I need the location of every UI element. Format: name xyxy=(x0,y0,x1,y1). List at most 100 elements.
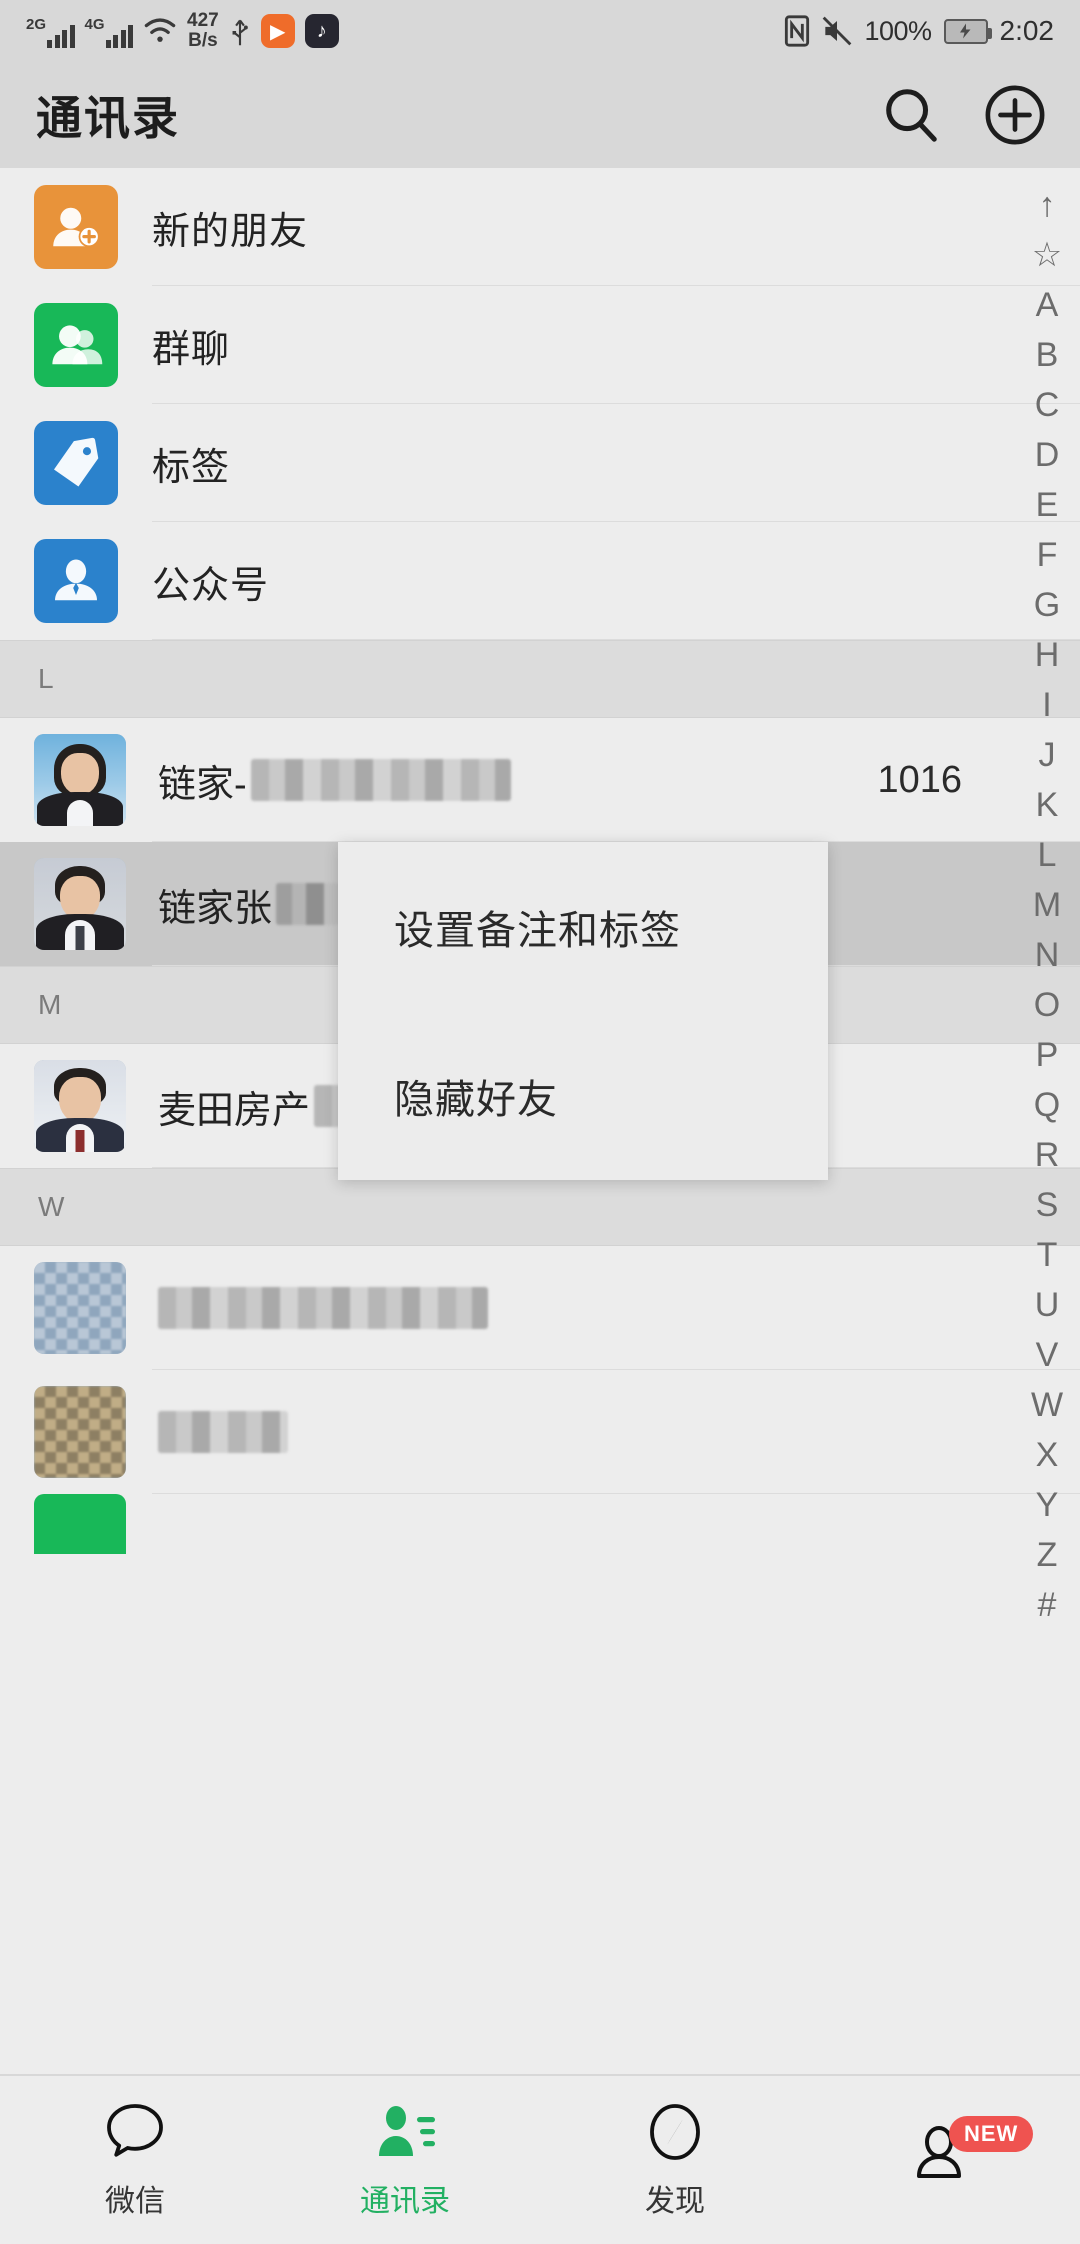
official-account-icon xyxy=(34,539,118,623)
alphabet-index-bar[interactable]: ↑ ☆ A B C D E F G H I J K L M N O P Q R S T U V W X Y Z # xyxy=(1014,168,1080,2074)
app-header: 通讯录 xyxy=(0,62,1080,168)
redacted-name-block xyxy=(158,1287,488,1329)
index-letter-w[interactable]: W xyxy=(1014,1380,1080,1430)
index-letter-b[interactable]: B xyxy=(1014,330,1080,380)
index-letter-l[interactable]: L xyxy=(1014,830,1080,880)
index-letter-m[interactable]: M xyxy=(1014,880,1080,930)
index-letter-y[interactable]: Y xyxy=(1014,1480,1080,1530)
avatar xyxy=(34,858,126,950)
status-bar-right: 100% 2:02 xyxy=(784,15,1054,47)
index-letter-x[interactable]: X xyxy=(1014,1430,1080,1480)
page-title: 通讯录 xyxy=(36,92,180,144)
group-chat-icon xyxy=(34,303,118,387)
tab-label: 微信 xyxy=(105,2185,165,2218)
index-letter-star[interactable]: ☆ xyxy=(1014,230,1080,280)
wifi-icon xyxy=(144,18,176,42)
index-letter-hash[interactable]: # xyxy=(1014,1580,1080,1630)
data-rate-value: 427 xyxy=(187,10,219,31)
contact-trailing-text: 1016 xyxy=(877,758,962,801)
entry-label: 群聊 xyxy=(152,328,231,371)
tab-label: 发现 xyxy=(645,2185,705,2218)
index-letter-d[interactable]: D xyxy=(1014,430,1080,480)
mute-icon xyxy=(823,16,852,46)
avatar xyxy=(34,734,126,826)
contact-name xyxy=(158,1287,488,1329)
signal-2g-icon: 2G xyxy=(26,14,75,48)
context-menu[interactable]: 设置备注和标签 隐藏好友 xyxy=(338,842,828,1180)
contact-name-text: 链家张 xyxy=(158,887,273,930)
contact-name xyxy=(158,1411,288,1453)
battery-percent: 100% xyxy=(864,15,932,46)
entry-official-accounts[interactable]: 公众号 xyxy=(0,522,1080,640)
contact-row[interactable] xyxy=(0,1370,1080,1494)
index-letter-t[interactable]: T xyxy=(1014,1230,1080,1280)
section-header-l: L xyxy=(0,640,1080,718)
index-letter-e[interactable]: E xyxy=(1014,480,1080,530)
contact-row[interactable]: 链家- 1016 xyxy=(0,718,1080,842)
context-menu-item-set-remark[interactable]: 设置备注和标签 xyxy=(338,842,828,1011)
contact-row[interactable] xyxy=(0,1494,1080,1554)
usb-icon xyxy=(232,19,248,46)
signal-4g-icon: 4G xyxy=(85,14,134,48)
index-letter-h[interactable]: H xyxy=(1014,630,1080,680)
data-rate-unit: B/s xyxy=(188,30,218,51)
entry-group-chat[interactable]: 群聊 xyxy=(0,286,1080,404)
index-letter-n[interactable]: N xyxy=(1014,930,1080,980)
index-letter-j[interactable]: J xyxy=(1014,730,1080,780)
header-actions xyxy=(880,84,1046,146)
entry-label: 新的朋友 xyxy=(152,210,309,253)
index-letter-g[interactable]: G xyxy=(1014,580,1080,630)
tiktok-app-icon: ♪ xyxy=(304,14,339,48)
tab-contacts[interactable]: 通讯录 xyxy=(270,2100,540,2220)
network-4g-label: 4G xyxy=(84,16,105,33)
status-bar-left: 2G 4G 427 B/s ▶ ♪ xyxy=(26,11,339,51)
index-letter-p[interactable]: P xyxy=(1014,1030,1080,1080)
index-letter-r[interactable]: R xyxy=(1014,1130,1080,1180)
avatar xyxy=(34,1262,126,1354)
row-separator xyxy=(152,638,1080,640)
index-letter-k[interactable]: K xyxy=(1014,780,1080,830)
index-letter-i[interactable]: I xyxy=(1014,680,1080,730)
tag-icon xyxy=(34,421,118,505)
nfc-icon xyxy=(785,15,810,47)
chat-bubble-icon xyxy=(107,2104,163,2157)
avatar xyxy=(34,1060,126,1152)
new-friends-icon xyxy=(34,185,118,269)
entry-label: 标签 xyxy=(152,446,231,489)
redacted-name-block xyxy=(250,759,511,801)
context-menu-item-hide-friend[interactable]: 隐藏好友 xyxy=(338,1011,828,1180)
index-letter-o[interactable]: O xyxy=(1014,980,1080,1030)
clock: 2:02 xyxy=(999,15,1055,46)
tab-label: 通讯录 xyxy=(360,2185,450,2218)
index-letter-u[interactable]: U xyxy=(1014,1280,1080,1330)
entry-new-friends[interactable]: 新的朋友 xyxy=(0,168,1080,286)
wechat-contacts-screen: 2G 4G 427 B/s ▶ ♪ 100% 2:02 通讯录 新的朋友 群聊 … xyxy=(0,0,1080,2244)
index-letter-s[interactable]: S xyxy=(1014,1180,1080,1230)
battery-charging-icon xyxy=(943,18,992,44)
status-bar: 2G 4G 427 B/s ▶ ♪ 100% 2:02 xyxy=(0,0,1080,62)
avatar xyxy=(34,1494,126,1554)
contact-name-text: 链家- xyxy=(158,763,247,806)
index-letter-q[interactable]: Q xyxy=(1014,1080,1080,1130)
entry-label: 公众号 xyxy=(152,564,270,607)
plus-circle-icon[interactable] xyxy=(984,84,1046,146)
index-letter-z[interactable]: Z xyxy=(1014,1530,1080,1580)
avatar xyxy=(34,1386,126,1478)
network-2g-label: 2G xyxy=(26,16,47,33)
search-icon[interactable] xyxy=(880,84,942,146)
contact-name-text: 麦田房产 xyxy=(158,1089,311,1132)
tab-wechat[interactable]: 微信 xyxy=(0,2100,270,2220)
index-letter-f[interactable]: F xyxy=(1014,530,1080,580)
contact-row[interactable] xyxy=(0,1246,1080,1370)
index-letter-top[interactable]: ↑ xyxy=(1014,180,1080,230)
contact-name: 链家- xyxy=(158,753,511,808)
bottom-tab-bar[interactable]: 微信 通讯录 发现 NEW xyxy=(0,2074,1080,2244)
video-app-icon: ▶ xyxy=(260,14,295,48)
index-letter-a[interactable]: A xyxy=(1014,280,1080,330)
tab-discover[interactable]: 发现 xyxy=(540,2100,810,2220)
entry-tags[interactable]: 标签 xyxy=(0,404,1080,522)
index-letter-v[interactable]: V xyxy=(1014,1330,1080,1380)
redacted-name-block xyxy=(158,1411,288,1453)
tab-me[interactable]: NEW xyxy=(810,2116,1080,2198)
index-letter-c[interactable]: C xyxy=(1014,380,1080,430)
